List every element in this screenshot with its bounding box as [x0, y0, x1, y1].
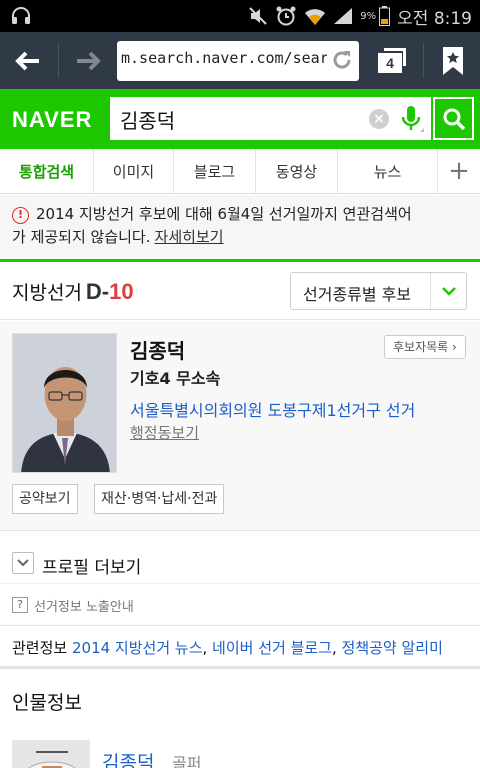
person-info-header: 인물정보 — [0, 672, 480, 728]
admin-district-link[interactable]: 행정동보기 — [130, 422, 199, 443]
naver-logo[interactable]: NAVER — [12, 107, 92, 133]
candidate-list-button[interactable]: 후보자목록 › — [384, 335, 466, 359]
tab-blog[interactable]: 블로그 — [174, 149, 256, 193]
related-info-row: 관련정보 2014 지방선거 뉴스, 네이버 선거 블로그, 정책공약 알리미 — [0, 627, 480, 669]
chevron-down-icon — [12, 552, 34, 574]
notice-banner: ! 2014 지방선거 후보에 대해 6월4일 선거일까지 연관검색어 가 제공… — [0, 195, 480, 262]
related-link-pledge[interactable]: 정책공약 알리미 — [342, 639, 443, 657]
related-info-line: 관련정보 2014 지방선거 뉴스, 네이버 선거 블로그, 정책공약 알리미 — [12, 637, 443, 658]
search-button[interactable] — [433, 97, 474, 140]
mute-icon — [248, 6, 268, 26]
related-label: 관련정보 — [12, 639, 68, 657]
notice-detail-link[interactable]: 자세히보기 — [155, 228, 224, 246]
notice-text-line2: 가 제공되지 않습니다. 자세히보기 — [12, 226, 224, 249]
tab-video[interactable]: 동영상 — [256, 149, 338, 193]
related-separator: , — [202, 639, 213, 657]
person-name-link[interactable]: 김종덕 — [102, 748, 154, 768]
candidate-card: 김종덕 기호4 무소속 서울특별시의회의원 도봉구제1선거구 선거 행정동보기 … — [0, 321, 480, 531]
pledge-button[interactable]: 공약보기 — [12, 484, 78, 514]
browser-toolbar: m.search.naver.com/searc 4 — [0, 32, 480, 89]
battery-percent: 9% — [360, 10, 377, 22]
election-info-label: 선거정보 노출안내 — [34, 600, 134, 615]
d-day-number: 10 — [109, 279, 134, 304]
tab-news[interactable]: 뉴스 — [338, 149, 438, 193]
signal-icon — [333, 7, 353, 25]
forward-button[interactable] — [60, 32, 116, 89]
toolbar-divider — [58, 43, 59, 78]
back-button[interactable] — [0, 32, 56, 89]
question-icon: ? — [12, 597, 28, 613]
person-info-item[interactable]: 김종덕 골퍼 — [0, 728, 480, 768]
notice-text-continued: 가 제공되지 않습니다. — [12, 228, 151, 246]
alarm-icon — [275, 5, 297, 27]
notice-text-line1: 2014 지방선거 후보에 대해 6월4일 선거일까지 연관검색어 — [36, 205, 412, 223]
election-type-dropdown[interactable]: 선거종류별 후보 — [290, 272, 467, 310]
related-link-blog[interactable]: 네이버 선거 블로그 — [212, 639, 332, 657]
candidate-party: 기호4 무소속 — [130, 369, 221, 388]
search-query[interactable]: 김종덕 — [120, 105, 175, 134]
election-header: 지방선거 D-10 선거종류별 후보 — [0, 264, 480, 320]
tabs-button[interactable]: 4 — [366, 32, 420, 89]
tabs-icon: 4 — [378, 47, 408, 74]
related-link-news[interactable]: 2014 지방선거 뉴스 — [72, 639, 203, 657]
candidate-district-link[interactable]: 서울특별시의회의원 도봉구제1선거구 선거 — [130, 397, 415, 421]
tab-more-button[interactable]: + — [438, 149, 480, 193]
dropdown-label: 선거종류별 후보 — [303, 285, 412, 304]
profile-more-label: 프로필 더보기 — [42, 558, 142, 578]
tab-count: 4 — [378, 52, 402, 73]
search-tabs: 통합검색 이미지 블로그 동영상 뉴스 + — [0, 149, 480, 194]
candidate-name: 김종덕 — [130, 339, 186, 363]
status-bar: 9% 오전 8:19 — [0, 0, 480, 32]
election-title: 지방선거 D-10 — [12, 278, 134, 305]
clear-icon[interactable]: × — [369, 109, 389, 129]
battery-icon — [379, 6, 391, 26]
candidate-photo[interactable] — [12, 333, 117, 473]
headset-icon — [10, 5, 32, 27]
url-text[interactable]: m.search.naver.com/searc — [121, 49, 327, 67]
chevron-down-icon — [430, 273, 466, 309]
toolbar-divider — [423, 43, 424, 78]
wifi-icon — [304, 6, 326, 26]
d-day-prefix: D- — [85, 279, 110, 304]
back-arrow-icon — [15, 51, 39, 70]
tab-images[interactable]: 이미지 — [94, 149, 174, 193]
bookmark-button[interactable] — [426, 32, 480, 89]
related-separator: , — [331, 639, 342, 657]
person-thumbnail[interactable] — [12, 740, 90, 768]
clock: 오전 8:19 — [397, 8, 472, 29]
election-info-row[interactable]: ? 선거정보 노출안내 — [0, 586, 480, 626]
election-title-text: 지방선거 — [12, 282, 82, 304]
profile-more-row[interactable]: 프로필 더보기 — [0, 542, 480, 584]
microphone-icon[interactable] — [398, 104, 424, 138]
person-role: 골퍼 — [172, 754, 202, 768]
naver-search-bar: NAVER 김종덕 × — [0, 89, 480, 149]
search-input[interactable]: 김종덕 × — [110, 97, 431, 140]
person-info-title: 인물정보 — [12, 692, 82, 714]
refresh-icon[interactable] — [330, 48, 354, 76]
url-bar[interactable]: m.search.naver.com/searc — [117, 41, 359, 81]
forward-arrow-icon — [77, 51, 101, 70]
d-day: D-10 — [86, 279, 134, 304]
tab-integrated[interactable]: 통합검색 — [0, 149, 94, 193]
warning-icon: ! — [12, 207, 29, 224]
bookmark-icon — [443, 46, 463, 75]
search-icon — [443, 108, 465, 130]
assets-record-button[interactable]: 재산·병역·납세·전과 — [94, 484, 225, 514]
